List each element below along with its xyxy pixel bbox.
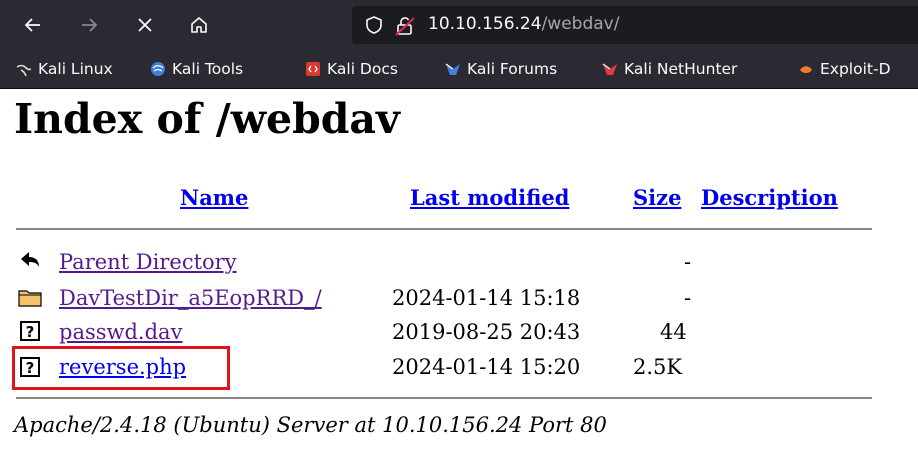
url-bar[interactable]: 10.10.156.24/webdav/ bbox=[352, 6, 918, 44]
bookmark-label: Exploit-D bbox=[820, 60, 891, 78]
bookmark-label: Kali Forums bbox=[467, 60, 558, 78]
row-modified: 2024-01-14 15:20 bbox=[392, 355, 581, 379]
bookmark-kali-linux[interactable]: Kali Linux bbox=[16, 59, 113, 79]
forward-button[interactable] bbox=[76, 12, 102, 38]
home-button[interactable] bbox=[186, 12, 212, 38]
parent-directory-link[interactable]: Parent Directory bbox=[59, 250, 237, 274]
home-icon bbox=[191, 17, 207, 33]
unknown-file-icon: ? bbox=[20, 321, 40, 341]
back-arrow-icon bbox=[24, 18, 40, 32]
url-path: /webdav/ bbox=[541, 14, 620, 34]
highlight-box bbox=[12, 346, 230, 390]
url-host: 10.10.156.24 bbox=[428, 14, 542, 34]
row-size: 44 bbox=[660, 320, 687, 344]
close-icon bbox=[138, 18, 152, 32]
row-size: 2.5K bbox=[633, 355, 683, 379]
column-header-description[interactable]: Description bbox=[701, 185, 838, 210]
kali-docs-icon bbox=[306, 62, 320, 76]
footer-divider bbox=[16, 397, 872, 399]
svg-text:?: ? bbox=[26, 323, 35, 341]
bookmark-kali-docs[interactable]: Kali Docs bbox=[305, 59, 398, 79]
davtestdir-link[interactable]: DavTestDir_a5EopRRD_/ bbox=[59, 286, 322, 310]
back-button[interactable] bbox=[20, 12, 46, 38]
url-text[interactable]: 10.10.156.24/webdav/ bbox=[428, 14, 619, 34]
bookmark-label: Kali Docs bbox=[327, 60, 398, 78]
folder-icon bbox=[18, 290, 42, 307]
forward-arrow-icon bbox=[82, 18, 98, 32]
bookmark-exploit-db[interactable]: Exploit-D bbox=[798, 59, 891, 79]
header-divider bbox=[16, 228, 872, 230]
bookmark-label: Kali NetHunter bbox=[624, 60, 738, 78]
column-header-size[interactable]: Size bbox=[633, 185, 681, 210]
row-modified: 2024-01-14 15:18 bbox=[392, 286, 581, 310]
insecure-lock-icon[interactable] bbox=[394, 15, 416, 37]
page-title: Index of /webdav bbox=[14, 95, 400, 143]
column-header-last-modified[interactable]: Last modified bbox=[410, 185, 569, 210]
kali-nethunter-icon bbox=[602, 63, 617, 75]
row-size: - bbox=[684, 250, 692, 274]
shield-icon[interactable] bbox=[364, 15, 384, 35]
passwd-dav-link[interactable]: passwd.dav bbox=[59, 320, 182, 344]
stop-button[interactable] bbox=[132, 12, 158, 38]
browser-toolbar: 10.10.156.24/webdav/ bbox=[0, 0, 918, 50]
column-header-name[interactable]: Name bbox=[180, 185, 248, 210]
row-size: - bbox=[684, 286, 692, 310]
exploit-db-icon bbox=[800, 66, 812, 73]
kali-dragon-icon bbox=[16, 64, 32, 77]
kali-forums-icon bbox=[445, 63, 460, 75]
bookmark-kali-tools[interactable]: Kali Tools bbox=[150, 59, 243, 79]
bookmark-kali-forums[interactable]: Kali Forums bbox=[445, 59, 557, 79]
row-modified: 2019-08-25 20:43 bbox=[392, 320, 581, 344]
bookmark-label: Kali Tools bbox=[172, 60, 244, 78]
bookmarks-toolbar: Kali Linux Kali Tools Kali Docs Kali For… bbox=[0, 50, 918, 89]
page-content: Index of /webdav Name Last modified Size… bbox=[0, 89, 918, 452]
bookmark-kali-nethunter[interactable]: Kali NetHunter bbox=[602, 59, 737, 79]
bookmark-label: Kali Linux bbox=[38, 60, 113, 78]
server-signature: Apache/2.4.18 (Ubuntu) Server at 10.10.1… bbox=[14, 413, 607, 437]
back-arrow-icon bbox=[21, 252, 39, 267]
kali-tools-icon bbox=[151, 62, 165, 76]
